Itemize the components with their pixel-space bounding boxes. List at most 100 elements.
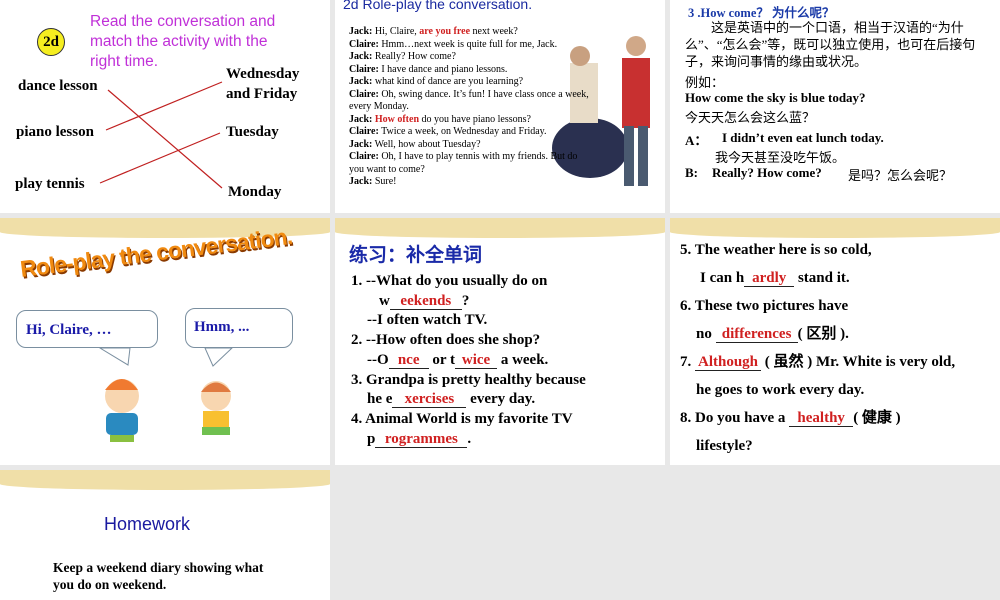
text: ( 区别 ). <box>797 326 849 342</box>
text: Oh, swing dance. It’s fun! I have class … <box>349 88 589 113</box>
text: Sure! <box>372 176 397 187</box>
homework-text: Keep a weekend diary showing what you do … <box>53 559 263 593</box>
highlight: How often <box>374 113 420 125</box>
question-1-blank-line: w eekends? <box>351 292 586 312</box>
text: I have dance and piano lessons. <box>378 63 508 75</box>
exercise-list: 1. --What do you usually do on w eekends?… <box>351 272 586 449</box>
dialog-b-label: B: <box>685 165 698 180</box>
text: what kind of dance are you learning? <box>372 76 524 87</box>
answer-blank: wice <box>455 352 498 369</box>
question-3-blank-line: he e xercises every day. <box>351 390 586 410</box>
question-8-continued: lifestyle? <box>696 438 753 454</box>
text: he e <box>367 391 393 408</box>
conversation-line: Jack: How often do you have piano lesson… <box>349 114 589 127</box>
highlight: are you free <box>419 26 471 37</box>
dialog-a-text: I didn’t even eat lunch today. <box>722 130 884 145</box>
answer-blank: eekends <box>389 293 462 310</box>
question-5: 5. The weather here is so cold, <box>680 242 872 258</box>
speaker: Claire: <box>349 38 379 50</box>
question-7-line: 7. Although ( 虽然 ) Mr. White is very old… <box>680 348 955 376</box>
homework-line: you do on weekend. <box>53 577 167 592</box>
example-sentence: How come the sky is blue today? <box>685 90 866 105</box>
text: ( 健康 ) <box>853 410 901 426</box>
question-3: 3. Grandpa is pretty healthy because <box>351 371 586 388</box>
cartoon-children <box>98 347 234 442</box>
text: every day. <box>466 391 536 408</box>
dialog-a-translation: 我今天甚至没吃午饭。 <box>715 150 846 165</box>
speaker: Claire: <box>349 151 379 162</box>
text: 8. Do you have a <box>680 410 790 426</box>
slide-thumbnail-3[interactable]: 3 .How come？ 为什么呢？ 这是英语中的一个口语，相当于汉语的“为什么… <box>670 0 1000 213</box>
conversation-line: Claire: Twice a week, on Wednesday and F… <box>349 126 589 139</box>
slide-thumbnail-5[interactable]: 练习：补全单词 1. --What do you usually do on w… <box>335 218 665 465</box>
slide-thumbnail-1[interactable]: 2d Read the conversation and match the a… <box>0 0 330 213</box>
dialog-b-text: Really? How come? <box>712 165 822 180</box>
conversation: Jack: Hi, Claire, are you free next week… <box>349 26 589 189</box>
text: do you have piano lessons? <box>419 113 531 125</box>
question-8-line: 8. Do you have a healthy( 健康 ) <box>680 404 955 432</box>
text: I can h <box>700 270 745 286</box>
question-6: 6. These two pictures have <box>680 298 849 314</box>
text: stand it. <box>794 270 850 286</box>
slide-header-band <box>0 470 330 490</box>
speaker: Jack: <box>349 113 373 125</box>
question-5-blank-line: I can h ardly stand it. <box>680 264 955 292</box>
conversation-line: Claire: Oh, swing dance. It’s fun! I hav… <box>349 89 589 114</box>
text: --O <box>367 351 389 368</box>
text: . <box>467 430 472 447</box>
slide-thumbnail-7[interactable]: Homework Keep a weekend diary showing wh… <box>0 470 330 600</box>
text: no <box>696 326 716 342</box>
slide-thumbnail-2[interactable]: 2d Role-play the conversation. Jack: Hi,… <box>335 0 665 213</box>
answer-blank: rogrammes <box>375 431 468 448</box>
example-label: 例如： <box>685 75 725 90</box>
speaker: Jack: <box>349 76 373 87</box>
homework-line: Keep a weekend diary showing what <box>53 560 264 575</box>
speaker: Jack: <box>349 51 373 62</box>
text: p <box>367 430 376 447</box>
question-2-blank-line: --O nce or t wice a week. <box>351 351 586 371</box>
text: Twice a week, on Wednesday and Friday. <box>378 126 547 137</box>
conversation-line: Jack: Really? How come? <box>349 51 589 64</box>
question-2: 2. --How often does she shop? <box>351 332 541 349</box>
answer-blank: differences <box>715 327 798 343</box>
text: ( 虽然 ) Mr. White is very old, <box>761 354 956 370</box>
slide-title: 练习：补全单词 <box>349 245 483 266</box>
slide-title: Homework <box>104 514 191 534</box>
slide-thumbnail-6[interactable]: 5. The weather here is so cold, I can ha… <box>670 218 1000 465</box>
conversation-line: Jack: Well, how about Tuesday? <box>349 139 589 152</box>
text: Hmm…next week is quite full for me, Jack… <box>378 38 558 50</box>
text: next week? <box>470 26 518 37</box>
text: or t <box>428 351 456 368</box>
match-lines <box>99 81 223 189</box>
conversation-line: Jack: what kind of dance are you learnin… <box>349 76 589 89</box>
speaker: Jack: <box>349 26 373 37</box>
speaker: Claire: <box>349 63 379 75</box>
text: Oh, I have to play tennis with my friend… <box>349 151 578 175</box>
slide-title: 2d Role-play the conversation. <box>343 0 533 12</box>
answer-blank: Although <box>695 355 761 371</box>
text: a week. <box>497 351 549 368</box>
example-translation: 今天天怎么会这么蓝？ <box>685 110 816 125</box>
slide-thumbnail-4[interactable]: Role-play the conversation. Hi, Claire, … <box>0 218 330 465</box>
text: Really? How come? <box>372 51 456 62</box>
question-4: 4. Animal World is my favorite TV <box>351 410 573 427</box>
conversation-line: Jack: Hi, Claire, are you free next week… <box>349 26 589 39</box>
question-6-blank-line: no differences( 区别 ). <box>680 320 955 348</box>
answer-blank: nce <box>388 352 429 369</box>
conversation-line: Claire: I have dance and piano lessons. <box>349 64 589 77</box>
text: 7. <box>680 354 695 370</box>
dialog-a-label: A： <box>685 133 708 148</box>
slide-header-band <box>670 218 1000 238</box>
answer-blank: xercises <box>392 392 467 409</box>
text: Well, how about Tuesday? <box>372 138 481 150</box>
explanation-text: 这是英语中的一个口语，相当于汉语的“为什么”、“怎么会”等，既可以独立使用，也可… <box>685 20 976 69</box>
exercise-list: 5. The weather here is so cold, I can ha… <box>680 236 955 460</box>
speaker: Jack: <box>349 176 373 187</box>
answer-blank: healthy <box>789 411 854 427</box>
speaker: Claire: <box>349 126 379 137</box>
conversation-line: Claire: Hmm…next week is quite full for … <box>349 39 589 52</box>
conversation-line: Claire: Oh, I have to play tennis with m… <box>349 151 589 176</box>
conversation-line: Jack: Sure! <box>349 176 589 189</box>
slide-header-band <box>335 218 665 238</box>
dialog-b-translation: 是吗？怎么会呢？ <box>848 168 953 183</box>
